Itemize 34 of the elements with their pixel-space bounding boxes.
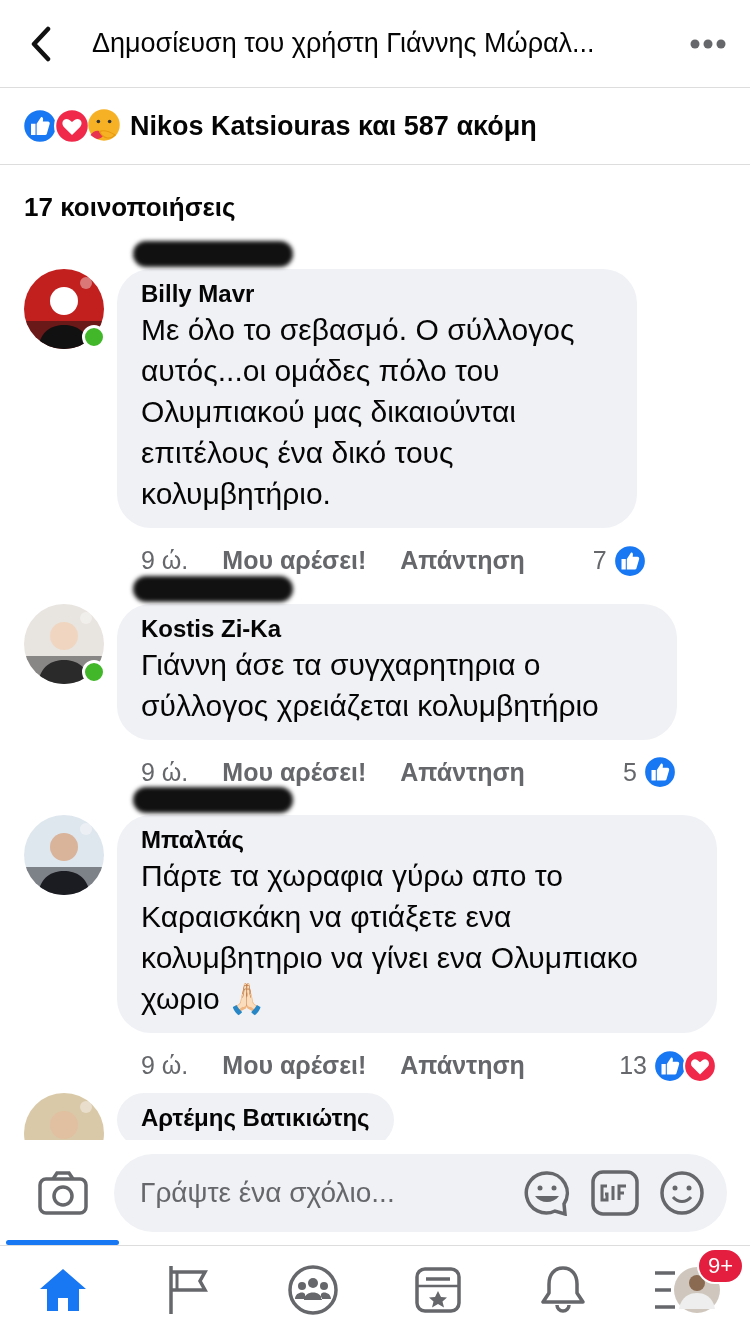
gif-icon[interactable] xyxy=(591,1169,639,1216)
flag-icon xyxy=(166,1264,209,1316)
groups-icon xyxy=(286,1264,339,1316)
camera-icon[interactable] xyxy=(38,1170,88,1215)
post-title: Δημοσίευση του χρήστη Γιάννης Μώραλ... xyxy=(91,27,596,61)
comment-text: Πάρτε τα χωραφια γύρω απο το Καραισκάκη να φτιάξετε ενα κολυμβητηριο να γίνει ενα Ολυμπιακο χωριο 🙏🏻 xyxy=(141,858,640,1017)
bell-icon xyxy=(539,1264,586,1316)
comment-author[interactable]: Αρτέμης Βατικιώτης xyxy=(141,1102,370,1133)
comment-box[interactable]: Γράψτε ένα σχόλιο... xyxy=(114,1153,727,1232)
like-link[interactable]: Μου αρέσει! xyxy=(222,1047,367,1085)
comment-author[interactable]: Kostis Zi-Ka xyxy=(141,613,653,644)
comment-text: Γιάννη άσε τα συγχαρητηρια ο σύλλογος χρειάζεται κολυμβητήριο xyxy=(141,646,600,724)
tab-button[interactable]: 9+ xyxy=(625,1246,750,1334)
reaction-count[interactable]: 13 xyxy=(619,1047,647,1085)
reply-link[interactable]: Απάντηση xyxy=(400,753,525,791)
reply-link[interactable]: Απάντηση xyxy=(400,1047,525,1085)
reaction-count[interactable]: 5 xyxy=(623,753,637,791)
back-button[interactable] xyxy=(30,25,52,62)
comment-text: Με όλο το σεβασμό. Ο σύλλογος αυτός...οι ομάδες πόλο του Ολυμπιακού μας δικαιούνται επιτέλους ένα δικό τους κολυμβητήριο. xyxy=(141,312,576,512)
reaction-count[interactable]: 7 xyxy=(592,542,607,580)
sticker-icon[interactable] xyxy=(523,1169,571,1216)
emoji-icon[interactable] xyxy=(659,1169,705,1216)
like-link[interactable]: Μου αρέσει! xyxy=(222,753,367,791)
reply-link[interactable]: Απάντηση xyxy=(400,542,525,580)
like-link[interactable]: Μου αρέσει! xyxy=(222,542,367,580)
comment-time: 9 ώ. xyxy=(141,545,189,576)
more-icon[interactable] xyxy=(690,38,726,49)
comment-author[interactable]: Μπαλτάς xyxy=(141,825,693,855)
notification-badge: 9+ xyxy=(696,1248,744,1284)
comment-time: 9 ώ. xyxy=(141,756,189,788)
comment-time: 9 ώ. xyxy=(141,1050,189,1081)
comment-author[interactable]: Billy Mavr xyxy=(141,279,613,309)
reactions-summary[interactable]: Nikos Katsiouras και 587 ακόμη xyxy=(130,105,537,147)
share-count[interactable]: 17 κοινοποιήσεις xyxy=(24,187,236,227)
